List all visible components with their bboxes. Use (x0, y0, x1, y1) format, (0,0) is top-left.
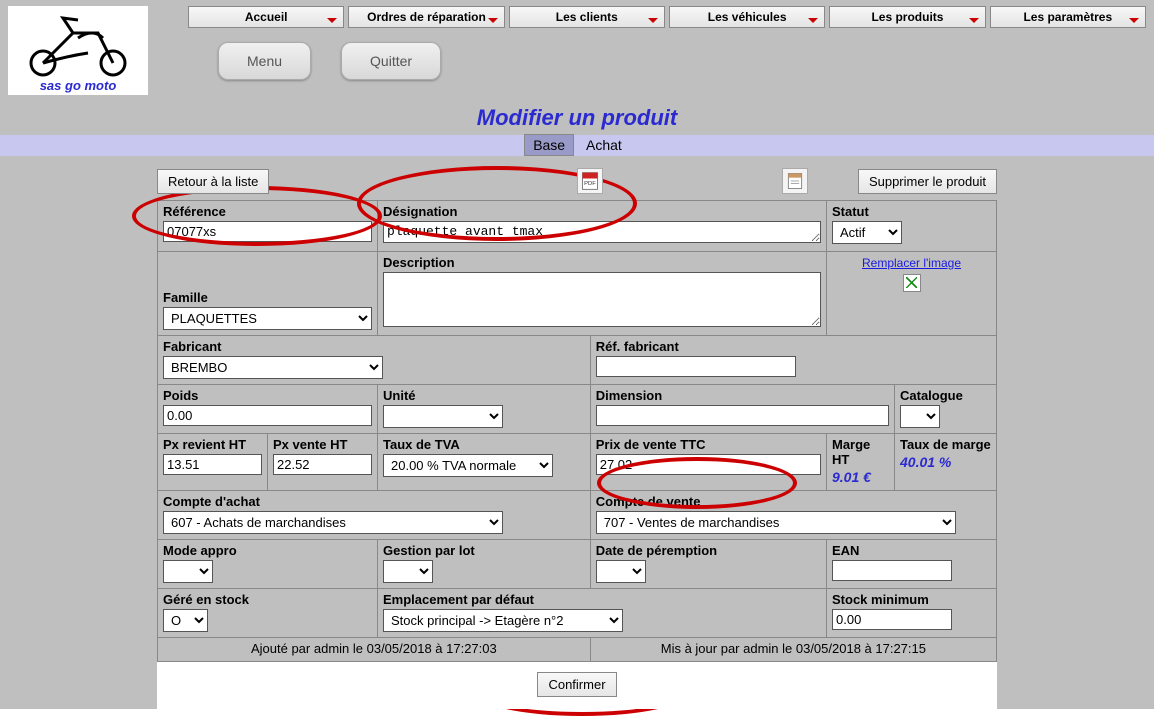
gestion-lot-select[interactable] (383, 560, 433, 583)
form-area: Retour à la liste PDF Supprimer le produ… (157, 166, 997, 709)
nav-clients[interactable]: Les clients (509, 6, 665, 28)
dimension-label: Dimension (596, 388, 889, 403)
tab-base[interactable]: Base (524, 134, 574, 156)
description-label: Description (383, 255, 821, 270)
gere-stock-select[interactable]: O (163, 609, 208, 632)
nav-accueil[interactable]: Accueil (188, 6, 344, 28)
header-buttons: Menu Quitter (188, 42, 1146, 80)
catalogue-label: Catalogue (900, 388, 991, 403)
back-to-list-button[interactable]: Retour à la liste (157, 169, 269, 194)
famille-select[interactable]: PLAQUETTES (163, 307, 372, 330)
marge-ht-value: 9.01 € (832, 469, 871, 485)
document-icon[interactable] (782, 168, 808, 194)
unite-select[interactable] (383, 405, 503, 428)
logo-block: sas go moto (8, 6, 148, 95)
gestion-lot-label: Gestion par lot (383, 543, 585, 558)
dimension-input[interactable] (596, 405, 889, 426)
emplacement-select[interactable]: Stock principal -> Etagère n°2 (383, 609, 623, 632)
prix-vente-ttc-input[interactable] (596, 454, 821, 475)
broken-image-icon (903, 274, 921, 292)
fabricant-select[interactable]: BREMBO (163, 356, 383, 379)
compte-achat-select[interactable]: 607 - Achats de marchandises (163, 511, 503, 534)
compte-vente-select[interactable]: 707 - Ventes de marchandises (596, 511, 956, 534)
stock-min-input[interactable] (832, 609, 952, 630)
reference-input[interactable] (163, 221, 372, 242)
action-row: Retour à la liste PDF Supprimer le produ… (157, 166, 997, 196)
famille-label: Famille (163, 290, 372, 305)
catalogue-select[interactable] (900, 405, 940, 428)
unite-label: Unité (383, 388, 585, 403)
statut-label: Statut (832, 204, 991, 219)
marge-ht-label: Marge HT (832, 437, 889, 467)
compte-achat-label: Compte d'achat (163, 494, 585, 509)
fabricant-label: Fabricant (163, 339, 585, 354)
audit-updated: Mis à jour par admin le 03/05/2018 à 17:… (590, 638, 996, 662)
taux-tva-label: Taux de TVA (383, 437, 585, 452)
taux-marge-value: 40.01 % (900, 454, 951, 470)
brand-name: sas go moto (10, 78, 146, 93)
motorcycle-logo-icon (18, 8, 138, 78)
content-wrap: Retour à la liste PDF Supprimer le produ… (0, 156, 1154, 709)
delete-product-button[interactable]: Supprimer le produit (858, 169, 997, 194)
pdf-icon[interactable]: PDF (577, 168, 603, 194)
poids-input[interactable] (163, 405, 372, 426)
confirm-button[interactable]: Confirmer (537, 672, 616, 697)
taux-tva-select[interactable]: 20.00 % TVA normale (383, 454, 553, 477)
confirm-row: Confirmer (157, 662, 997, 709)
description-input[interactable] (383, 272, 821, 327)
designation-input[interactable]: plaquette avant tmax (383, 221, 821, 243)
px-revient-ht-label: Px revient HT (163, 437, 262, 452)
prix-vente-ttc-label: Prix de vente TTC (596, 437, 821, 452)
nav-vehicules[interactable]: Les véhicules (669, 6, 825, 28)
mode-appro-select[interactable] (163, 560, 213, 583)
tabs-bar: Base Achat (0, 135, 1154, 156)
px-vente-ht-input[interactable] (273, 454, 372, 475)
px-revient-ht-input[interactable] (163, 454, 262, 475)
main-nav: Accueil Ordres de réparation Les clients… (188, 6, 1146, 28)
poids-label: Poids (163, 388, 372, 403)
compte-vente-label: Compte de vente (596, 494, 991, 509)
tab-achat[interactable]: Achat (578, 135, 630, 155)
product-form-table: Référence Désignation plaquette avant tm… (157, 200, 997, 662)
date-peremption-select[interactable] (596, 560, 646, 583)
reference-label: Référence (163, 204, 372, 219)
nav-produits[interactable]: Les produits (829, 6, 985, 28)
emplacement-label: Emplacement par défaut (383, 592, 821, 607)
nav-ordres-reparation[interactable]: Ordres de réparation (348, 6, 504, 28)
ref-fabricant-label: Réf. fabricant (596, 339, 991, 354)
stock-min-label: Stock minimum (832, 592, 991, 607)
px-vente-ht-label: Px vente HT (273, 437, 372, 452)
ean-input[interactable] (832, 560, 952, 581)
nav-parametres[interactable]: Les paramètres (990, 6, 1146, 28)
taux-marge-label: Taux de marge (900, 437, 991, 452)
replace-image-link[interactable]: Remplacer l'image (862, 256, 961, 270)
audit-created: Ajouté par admin le 03/05/2018 à 17:27:0… (158, 638, 591, 662)
page-title: Modifier un produit (0, 101, 1154, 135)
designation-label: Désignation (383, 204, 821, 219)
header-right: Accueil Ordres de réparation Les clients… (188, 6, 1146, 80)
quit-button[interactable]: Quitter (341, 42, 441, 80)
date-peremption-label: Date de péremption (596, 543, 821, 558)
menu-button[interactable]: Menu (218, 42, 311, 80)
gere-stock-label: Géré en stock (163, 592, 372, 607)
mode-appro-label: Mode appro (163, 543, 372, 558)
top-bar: sas go moto Accueil Ordres de réparation… (0, 0, 1154, 101)
statut-select[interactable]: Actif (832, 221, 902, 244)
ref-fabricant-input[interactable] (596, 356, 796, 377)
svg-text:PDF: PDF (584, 181, 596, 187)
ean-label: EAN (832, 543, 991, 558)
